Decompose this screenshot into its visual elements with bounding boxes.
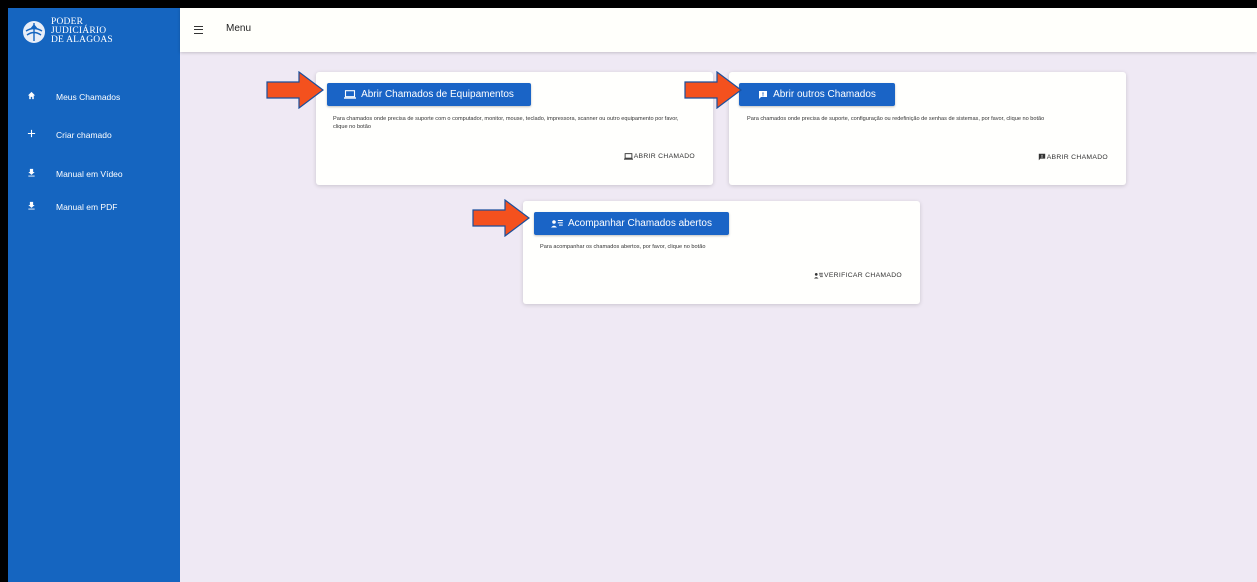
sidebar-item-label: Criar chamado [56, 130, 112, 140]
card-abrir-equipamentos: Abrir Chamados de Equipamentos Para cham… [316, 72, 713, 185]
abrir-outros-button[interactable]: Abrir outros Chamados [739, 83, 895, 106]
arrow-pointer-icon [684, 71, 742, 109]
button-label: Abrir outros Chamados [773, 89, 876, 100]
sidebar-item-label: Meus Chamados [56, 92, 121, 102]
sidebar-item-criar-chamado[interactable]: Criar chamado [8, 124, 180, 146]
logo-line-3: DE ALAGOAS [51, 35, 113, 45]
download-icon [24, 201, 38, 213]
top-app-bar: Menu [180, 8, 1257, 52]
laptop-icon [623, 153, 633, 160]
acompanhar-chamados-button[interactable]: Acompanhar Chamados abertos [534, 212, 729, 235]
card-description: Para chamados onde precisa de suporte co… [333, 116, 679, 130]
card-abrir-outros: Abrir outros Chamados Para chamados onde… [729, 72, 1126, 185]
sidebar-item-manual-video[interactable]: Manual em Vídeo [8, 163, 180, 185]
laptop-icon [344, 90, 357, 99]
plus-icon [24, 129, 38, 141]
feedback-icon [759, 90, 768, 99]
sidebar-item-label: Manual em PDF [56, 202, 118, 212]
action-label: VERIFICAR CHAMADO [824, 272, 902, 279]
page-title: Menu [226, 23, 252, 34]
sidebar: PODER JUDICIÁRIO DE ALAGOAS Meus Chamado… [8, 8, 180, 582]
arrow-pointer-icon [266, 71, 324, 109]
abrir-chamado-action[interactable]: ABRIR CHAMADO [623, 153, 695, 160]
card-acompanhar: Acompanhar Chamados abertos Para acompan… [523, 201, 920, 304]
card-description: Para acompanhar os chamados abertos, por… [540, 244, 706, 250]
button-label: Abrir Chamados de Equipamentos [361, 89, 514, 100]
tjal-logo-icon [23, 21, 45, 43]
download-icon [24, 168, 38, 180]
person-list-icon [814, 272, 823, 279]
action-label: ABRIR CHAMADO [633, 153, 695, 160]
abrir-chamado-action[interactable]: ABRIR CHAMADO [1038, 153, 1108, 161]
verificar-chamado-action[interactable]: VERIFICAR CHAMADO [814, 272, 902, 279]
card-description: Para chamados onde precisa de suporte, c… [747, 116, 1045, 122]
arrow-pointer-icon [472, 199, 530, 237]
sidebar-item-manual-pdf[interactable]: Manual em PDF [8, 196, 180, 218]
sidebar-item-label: Manual em Vídeo [56, 169, 123, 179]
hamburger-menu-icon[interactable] [194, 26, 203, 34]
logo: PODER JUDICIÁRIO DE ALAGOAS [22, 17, 172, 58]
home-icon [24, 91, 38, 103]
feedback-icon [1038, 153, 1045, 161]
person-list-icon [551, 220, 563, 228]
action-label: ABRIR CHAMADO [1046, 153, 1108, 161]
sidebar-item-meus-chamados[interactable]: Meus Chamados [8, 86, 180, 108]
abrir-equipamentos-button[interactable]: Abrir Chamados de Equipamentos [327, 83, 531, 106]
app-frame: PODER JUDICIÁRIO DE ALAGOAS Meus Chamado… [8, 8, 1257, 582]
button-label: Acompanhar Chamados abertos [568, 218, 712, 229]
